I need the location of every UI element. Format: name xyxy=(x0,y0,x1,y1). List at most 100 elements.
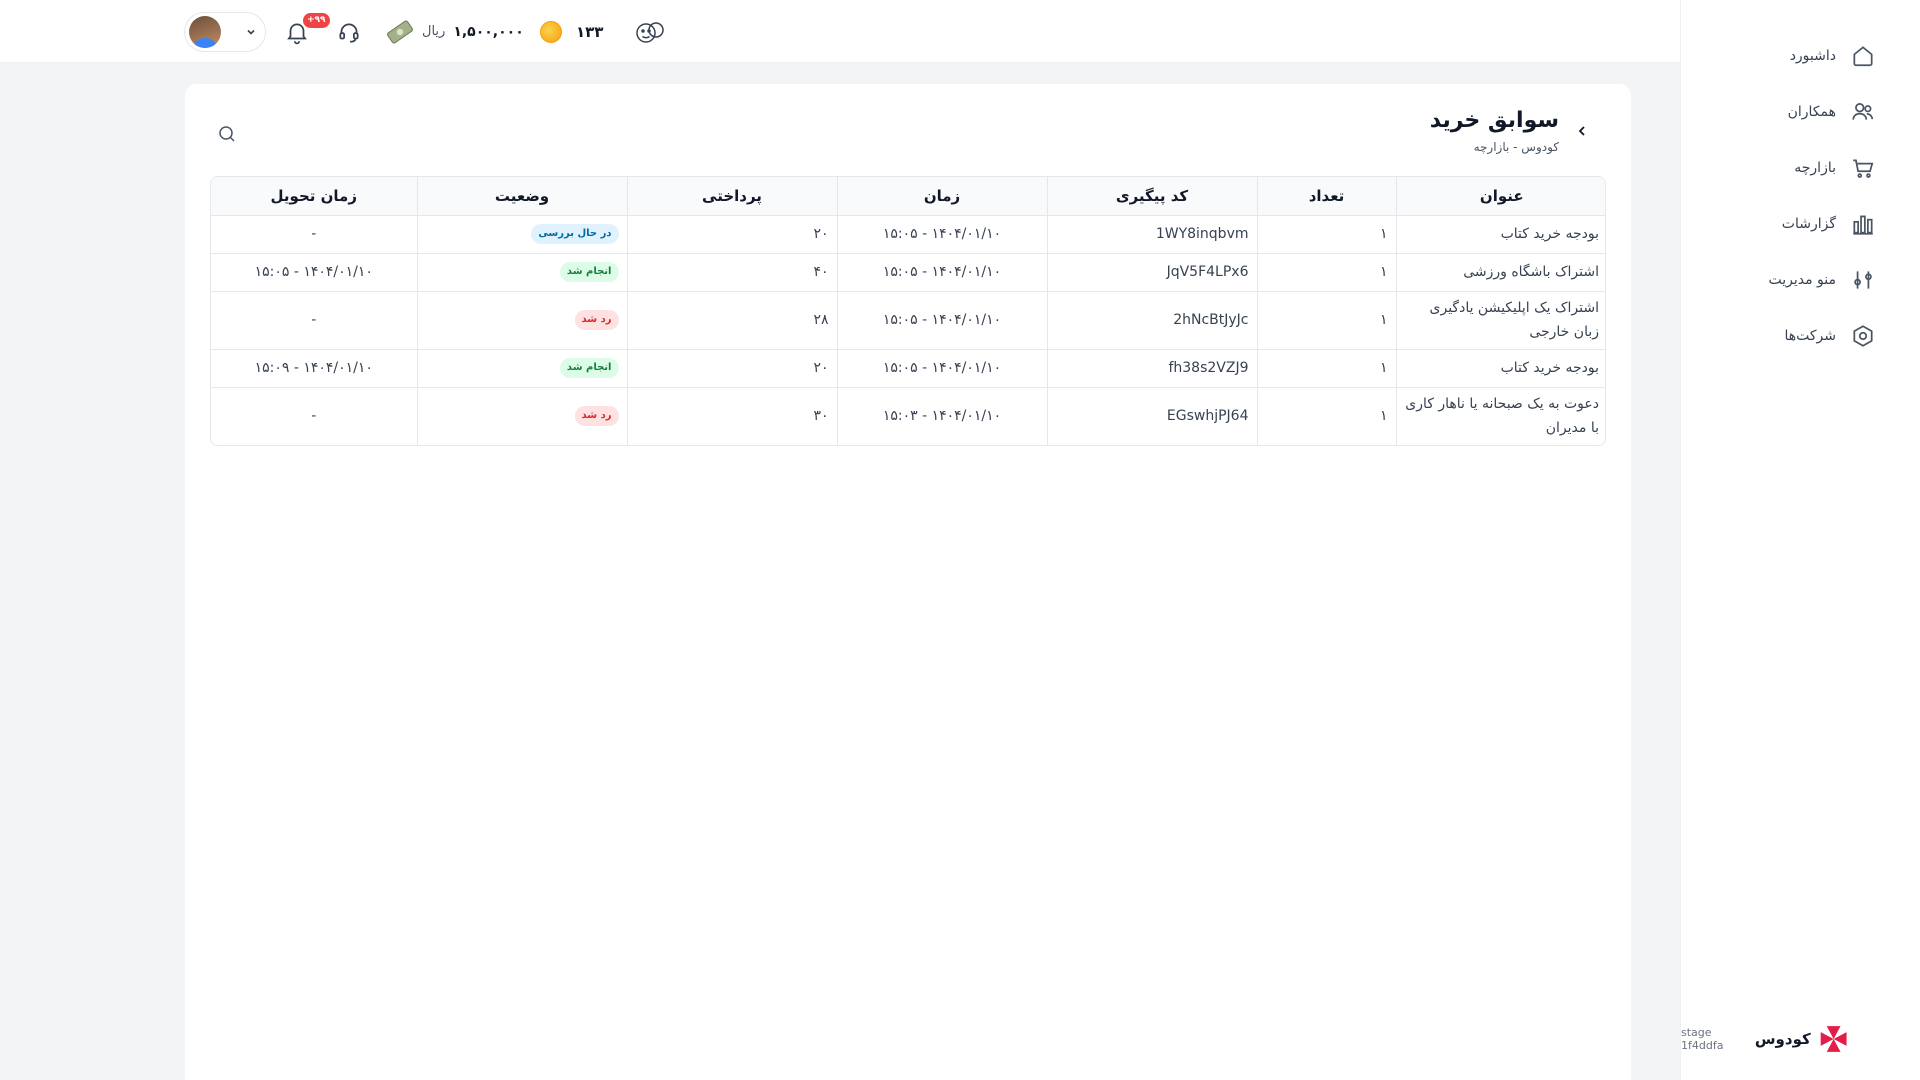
cell-count: ۱ xyxy=(1256,291,1396,350)
sidebar-item-label: منو مدیریت xyxy=(1768,272,1836,288)
cell-time: ۱۴۰۴/۰۱/۱۰ - ۱۵:۰۵ xyxy=(836,291,1047,350)
purchase-table: عنوان تعداد کد پیگیری زمان پرداختی وضعیت… xyxy=(210,176,1606,446)
settings-icon xyxy=(1853,325,1873,347)
sidebar-item-label: گزارشات xyxy=(1781,216,1836,232)
cell-tracking-code: 2hNcBtJyJc xyxy=(1046,291,1257,350)
column-header-time: زمان xyxy=(836,177,1047,216)
cell-tracking-code: EGswhjPJ64 xyxy=(1046,387,1257,445)
cell-count: ۱ xyxy=(1256,387,1396,445)
sidebar-item-marketplace[interactable]: بازارچه xyxy=(1681,140,1920,196)
cell-status: در حال بررسی xyxy=(416,215,627,254)
notifications-button[interactable] xyxy=(284,0,310,63)
cell-status: رد شد xyxy=(416,387,627,445)
status-badge: رد شد xyxy=(574,310,619,330)
back-button[interactable] xyxy=(1573,122,1591,143)
cell-tracking-code: JqV5F4LPx6 xyxy=(1046,253,1257,292)
brand-name: کودوس xyxy=(1754,1030,1811,1048)
sliders-icon xyxy=(1854,271,1872,289)
breadcrumb: کودوس - بازارچه xyxy=(1473,140,1559,154)
table-row[interactable]: بودجه خرید کتاب ۱ 1WY8inqbvm ۱۴۰۴/۰۱/۱۰ … xyxy=(211,215,1605,254)
top-header: +۹۹ ۱,۵۰۰,۰۰۰ ریال ۱۳۳ xyxy=(0,0,1680,63)
sidebar-item-dashboard[interactable]: داشبورد xyxy=(1681,28,1920,84)
wallet-amount: ۱,۵۰۰,۰۰۰ xyxy=(453,23,524,40)
status-badge: در حال بررسی xyxy=(531,224,619,244)
cell-paid: ۳۰ xyxy=(626,387,837,445)
cell-title: اشتراک باشگاه ورزشی xyxy=(1395,253,1605,292)
table-row[interactable]: دعوت به یک صبحانه یا ناهار کاری با مدیرا… xyxy=(211,387,1605,445)
cell-paid: ۲۰ xyxy=(626,215,837,254)
cell-delivery-time: - xyxy=(211,291,417,350)
table-row[interactable]: اشتراک یک اپلیکیشن یادگیری زبان خارجی ۱ … xyxy=(211,291,1605,350)
sidebar-item-label: بازارچه xyxy=(1794,160,1836,176)
wallet-balance: ۱,۵۰۰,۰۰۰ ریال xyxy=(386,0,524,63)
cell-paid: ۲۸ xyxy=(626,291,837,350)
column-header-title: عنوان xyxy=(1395,177,1605,216)
notifications-badge: +۹۹ xyxy=(303,13,330,28)
cell-title: بودجه خرید کتاب xyxy=(1395,349,1605,388)
support-button[interactable] xyxy=(336,0,362,63)
page-title: سوابق خرید xyxy=(1429,108,1559,133)
home-icon xyxy=(1853,46,1873,67)
cell-paid: ۲۰ xyxy=(626,349,837,388)
cell-time: ۱۴۰۴/۰۱/۱۰ - ۱۵:۰۵ xyxy=(836,253,1047,292)
cell-title: دعوت به یک صبحانه یا ناهار کاری با مدیرا… xyxy=(1395,387,1605,445)
sidebar-nav: داشبورد همکاران بازارچه گزارشات منو مدیر… xyxy=(1681,0,1920,364)
table-header-row: عنوان تعداد کد پیگیری زمان پرداختی وضعیت… xyxy=(211,177,1605,216)
column-header-delivery-time: زمان تحویل xyxy=(211,177,417,216)
search-icon xyxy=(219,126,235,142)
chevron-down-icon xyxy=(247,29,255,35)
cell-time: ۱۴۰۴/۰۱/۱۰ - ۱۵:۰۵ xyxy=(836,215,1047,254)
money-icon xyxy=(387,19,413,44)
cell-status: رد شد xyxy=(416,291,627,350)
emoji-icon xyxy=(636,21,664,43)
coin-amount: ۱۳۳ xyxy=(576,22,604,41)
cell-tracking-code: 1WY8inqbvm xyxy=(1046,215,1257,254)
sidebar-item-reports[interactable]: گزارشات xyxy=(1681,196,1920,252)
cell-title: اشتراک یک اپلیکیشن یادگیری زبان خارجی xyxy=(1395,291,1605,350)
cell-time: ۱۴۰۴/۰۱/۱۰ - ۱۵:۰۳ xyxy=(836,387,1047,445)
app-root: داشبورد همکاران بازارچه گزارشات منو مدیر… xyxy=(0,0,1920,1080)
cell-count: ۱ xyxy=(1256,349,1396,388)
wallet-unit: ریال xyxy=(422,24,446,39)
status-badge: انجام شد xyxy=(559,358,619,378)
search-button[interactable] xyxy=(217,124,237,148)
sidebar-item-label: داشبورد xyxy=(1789,48,1836,64)
cell-tracking-code: fh38s2VZJ9 xyxy=(1046,349,1257,388)
coin-balance: ۱۳۳ xyxy=(540,0,603,63)
column-header-paid: پرداختی xyxy=(626,177,837,216)
table-row[interactable]: بودجه خرید کتاب ۱ fh38s2VZJ9 ۱۴۰۴/۰۱/۱۰ … xyxy=(211,349,1605,388)
cell-status: انجام شد xyxy=(416,253,627,292)
brand-stage: stage 1f4ddfa xyxy=(1681,1026,1724,1052)
sidebar-item-label: همکاران xyxy=(1787,104,1836,120)
cell-title: بودجه خرید کتاب xyxy=(1395,215,1605,254)
coin-icon xyxy=(540,20,562,43)
sidebar-item-colleagues[interactable]: همکاران xyxy=(1681,84,1920,140)
sidebar-item-label: شرکت‌ها xyxy=(1784,328,1836,344)
sidebar-item-admin-menu[interactable]: منو مدیریت xyxy=(1681,252,1920,308)
brand: کودوس stage 1f4ddfa xyxy=(1681,1022,1848,1056)
user-menu[interactable] xyxy=(184,12,266,52)
status-badge: رد شد xyxy=(574,406,619,427)
cell-delivery-time: - xyxy=(211,215,417,254)
avatar xyxy=(189,16,221,48)
column-header-count: تعداد xyxy=(1256,177,1396,216)
cell-count: ۱ xyxy=(1256,253,1396,292)
mood-button[interactable] xyxy=(634,0,666,63)
status-badge: انجام شد xyxy=(559,262,619,282)
users-icon xyxy=(1852,103,1874,120)
headset-icon xyxy=(339,23,359,43)
sidebar-item-companies[interactable]: شرکت‌ها xyxy=(1681,308,1920,364)
cell-delivery-time: - xyxy=(311,408,317,425)
chart-icon xyxy=(1853,215,1873,235)
brand-logo-icon xyxy=(1820,1026,1847,1052)
table-row[interactable]: اشتراک باشگاه ورزشی ۱ JqV5F4LPx6 ۱۴۰۴/۰۱… xyxy=(211,253,1605,292)
cell-status: انجام شد xyxy=(416,349,627,388)
cell-paid: ۴۰ xyxy=(626,253,837,292)
cart-icon xyxy=(1853,159,1874,178)
cell-time: ۱۴۰۴/۰۱/۱۰ - ۱۵:۰۵ xyxy=(836,349,1047,388)
sidebar: داشبورد همکاران بازارچه گزارشات منو مدیر… xyxy=(1680,0,1920,1080)
column-header-tracking-code: کد پیگیری xyxy=(1046,177,1257,216)
cell-count: ۱ xyxy=(1256,215,1396,254)
purchase-history-card: سوابق خرید کودوس - بازارچه عنوان تعداد ک… xyxy=(185,84,1631,1080)
chevron-left-icon xyxy=(1578,126,1585,136)
